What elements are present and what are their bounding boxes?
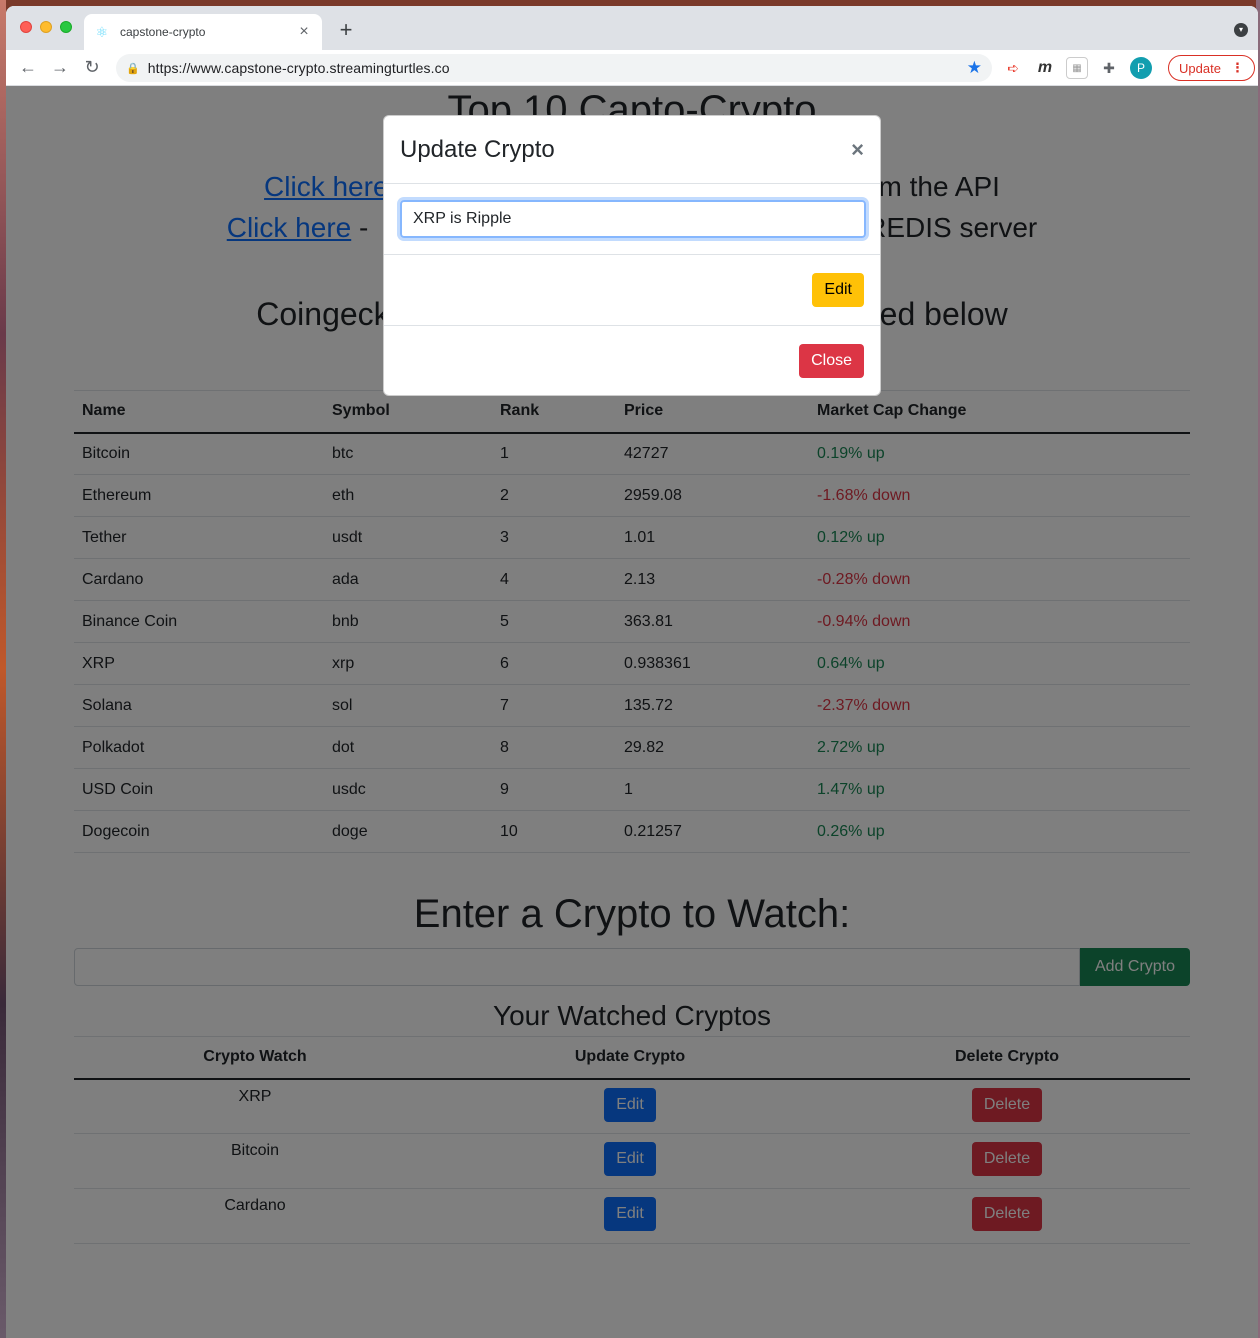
lock-icon[interactable]: 🔒 [126,62,140,75]
puzzle-icon[interactable]: ✚ [1098,57,1120,79]
tab-title: capstone-crypto [120,25,206,39]
forward-icon[interactable]: → [46,54,74,82]
extension-arrow-icon[interactable]: ➪ [1002,57,1024,79]
tab-close-icon[interactable]: × [296,23,312,41]
browser-toolbar: ← → ↻ 🔒 https://www.capstone-crypto.stre… [6,50,1258,86]
modal-header: Update Crypto × [384,116,880,184]
modal-close-button[interactable]: Close [799,344,864,378]
tab-strip: ⚛ capstone-crypto × + ▾ [6,6,1258,50]
profile-avatar[interactable]: P [1130,57,1152,79]
tab-search-icon[interactable]: ▾ [1234,23,1248,37]
more-menu-icon: ⋮ [1230,60,1244,75]
window-zoom-button[interactable] [60,21,72,33]
back-icon[interactable]: ← [14,54,42,82]
update-button[interactable]: Update ⋮ [1168,55,1255,81]
bookmark-star-icon[interactable]: ★ [967,58,982,78]
extensions-area: ➪ m ▦ ✚ P Update ⋮ [1002,54,1255,82]
window-minimize-button[interactable] [40,21,52,33]
modal-edit-button[interactable]: Edit [812,273,864,307]
address-bar[interactable]: 🔒 https://www.capstone-crypto.streamingt… [116,54,992,82]
react-icon: ⚛ [95,24,109,40]
window-close-button[interactable] [20,21,32,33]
url-text[interactable]: https://www.capstone-crypto.streamingtur… [148,60,967,76]
extension-m-icon[interactable]: m [1034,57,1056,79]
modal-title: Update Crypto [400,135,555,163]
browser-window: ⚛ capstone-crypto × + ▾ ← → ↻ 🔒 https://… [6,6,1258,1338]
extension-box-icon[interactable]: ▦ [1066,57,1088,79]
close-icon[interactable]: × [851,137,864,163]
browser-tab[interactable]: ⚛ capstone-crypto × [84,14,322,50]
modal-footer: Close [384,326,880,396]
update-crypto-modal: Update Crypto × XRP is Ripple Edit Close [383,115,881,396]
update-label: Update [1179,60,1221,76]
update-crypto-input[interactable]: XRP is Ripple [400,200,866,238]
modal-body: XRP is Ripple [384,184,880,255]
reload-icon[interactable]: ↻ [78,54,106,82]
page-content: Top 10 Capto-Crypto Click herem the API … [6,86,1258,1338]
modal-edit-row: Edit [384,255,880,326]
new-tab-icon[interactable]: + [336,18,356,42]
